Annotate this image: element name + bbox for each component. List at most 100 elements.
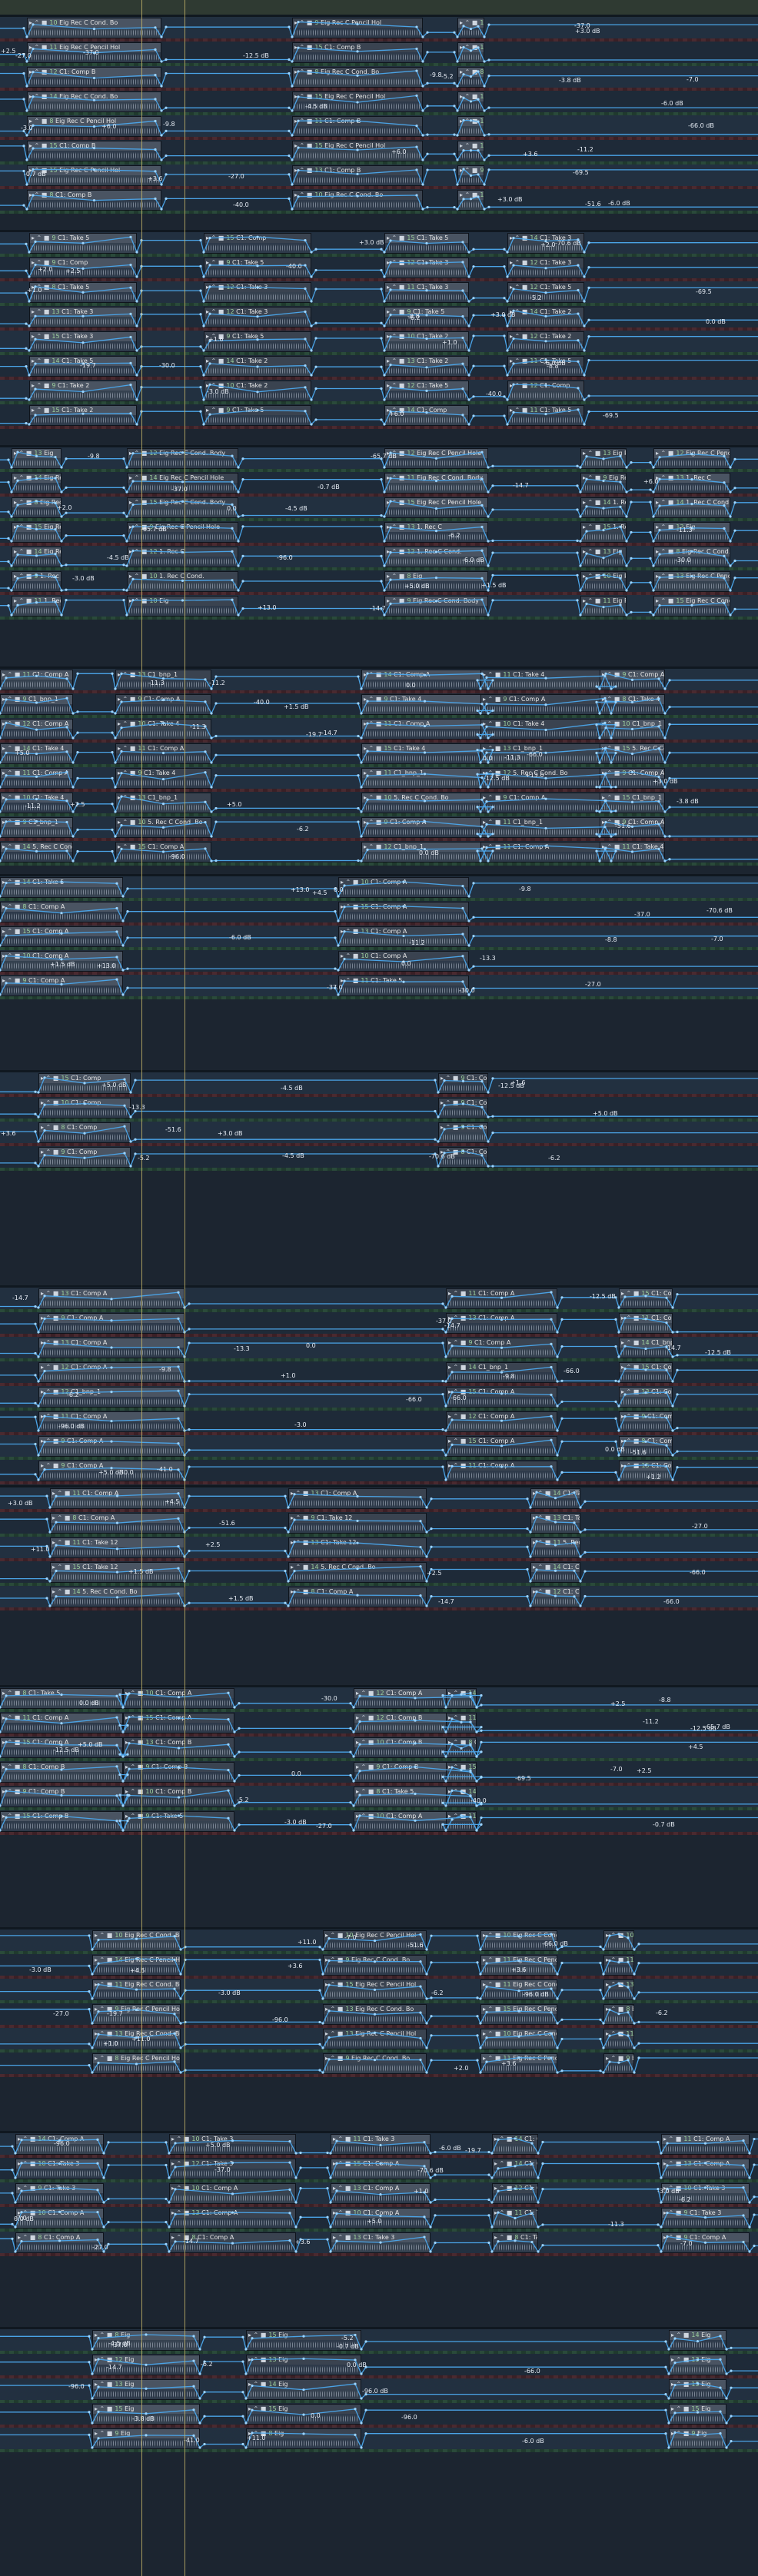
automation-node[interactable] <box>729 613 732 617</box>
automation-node[interactable] <box>118 1753 121 1756</box>
automation-node[interactable] <box>487 736 490 740</box>
automation-node[interactable] <box>188 1393 191 1396</box>
automation-node[interactable] <box>627 1986 630 1989</box>
automation-node[interactable] <box>34 263 37 267</box>
automation-node[interactable] <box>487 761 490 764</box>
automation-node[interactable] <box>541 2162 544 2166</box>
automation-node[interactable] <box>608 2008 611 2011</box>
automation-node[interactable] <box>658 603 661 607</box>
automation-node[interactable] <box>556 1404 559 1408</box>
automation-node[interactable] <box>748 2201 751 2204</box>
automation-node[interactable] <box>476 773 479 776</box>
automation-node[interactable] <box>389 364 392 367</box>
automation-node[interactable] <box>37 1404 40 1408</box>
automation-node[interactable] <box>667 2446 670 2449</box>
automation-curve[interactable] <box>0 145 758 161</box>
automation-node[interactable] <box>402 880 405 883</box>
automation-node[interactable] <box>550 2032 553 2035</box>
automation-node[interactable] <box>579 515 582 518</box>
automation-node[interactable] <box>434 1109 437 1113</box>
automation-node[interactable] <box>585 577 588 580</box>
automation-node[interactable] <box>610 736 613 740</box>
automation-node[interactable] <box>241 2391 244 2394</box>
automation-node[interactable] <box>487 835 490 838</box>
automation-node[interactable] <box>310 324 313 327</box>
automation-node[interactable] <box>115 906 118 910</box>
automation-node[interactable] <box>97 2410 100 2413</box>
automation-curve[interactable] <box>0 21 758 38</box>
automation-node[interactable] <box>177 1417 180 1420</box>
automation-node[interactable] <box>610 687 613 690</box>
automation-node[interactable] <box>256 315 259 318</box>
automation-node[interactable] <box>58 2210 62 2213</box>
automation-node[interactable] <box>619 454 622 457</box>
automation-node[interactable] <box>429 2250 432 2253</box>
automation-node[interactable] <box>198 2397 201 2400</box>
automation-node[interactable] <box>617 2032 620 2035</box>
automation-node[interactable] <box>123 1104 126 1107</box>
automation-node[interactable] <box>729 515 732 518</box>
automation-node[interactable] <box>373 1960 377 1963</box>
automation-node[interactable] <box>5 774 8 777</box>
automation-node[interactable] <box>623 1415 627 1418</box>
automation-node[interactable] <box>526 1595 529 1598</box>
automation-node[interactable] <box>514 2187 517 2190</box>
automation-node[interactable] <box>652 540 655 543</box>
automation-node[interactable] <box>126 1723 129 1727</box>
automation-node[interactable] <box>11 2145 14 2148</box>
automation-node[interactable] <box>356 101 359 104</box>
automation-node[interactable] <box>114 786 117 789</box>
automation-node[interactable] <box>188 1328 191 1331</box>
automation-node[interactable] <box>97 1938 100 1942</box>
automation-node[interactable] <box>251 2408 254 2411</box>
automation-node[interactable] <box>544 676 547 680</box>
automation-node[interactable] <box>450 1391 454 1394</box>
automation-node[interactable] <box>203 2442 206 2446</box>
automation-node[interactable] <box>173 1987 176 1990</box>
automation-node[interactable] <box>366 798 369 801</box>
automation-node[interactable] <box>37 1165 40 1168</box>
automation-node[interactable] <box>506 324 509 327</box>
automation-node[interactable] <box>415 124 418 128</box>
automation-node[interactable] <box>165 2163 168 2167</box>
automation-node[interactable] <box>583 275 586 278</box>
automation-node[interactable] <box>583 423 586 426</box>
automation-node[interactable] <box>614 809 617 813</box>
automation-node[interactable] <box>430 2034 433 2037</box>
automation-curve[interactable] <box>0 95 758 112</box>
automation-node[interactable] <box>434 2150 437 2154</box>
automation-node[interactable] <box>121 1780 125 1783</box>
automation-node[interactable] <box>168 2152 171 2155</box>
automation-node[interactable] <box>88 2384 91 2387</box>
automation-node[interactable] <box>227 1691 230 1694</box>
automation-node[interactable] <box>614 1417 617 1420</box>
automation-node[interactable] <box>188 1448 191 1451</box>
automation-node[interactable] <box>614 685 617 688</box>
automation-node[interactable] <box>753 2244 756 2248</box>
automation-node[interactable] <box>5 1717 8 1720</box>
automation-node[interactable] <box>10 490 13 494</box>
automation-node[interactable] <box>65 534 68 537</box>
automation-node[interactable] <box>614 751 617 755</box>
automation-node[interactable] <box>71 761 75 764</box>
automation-node[interactable] <box>537 2225 540 2229</box>
automation-node[interactable] <box>65 750 68 753</box>
automation-node[interactable] <box>321 2022 324 2025</box>
automation-node[interactable] <box>335 2162 338 2165</box>
automation-node[interactable] <box>625 589 628 592</box>
automation-node[interactable] <box>383 349 386 352</box>
automation-node[interactable] <box>483 85 486 88</box>
automation-node[interactable] <box>480 1816 483 1820</box>
automation-node[interactable] <box>114 810 117 813</box>
automation-node[interactable] <box>199 313 202 316</box>
automation-node[interactable] <box>88 1989 91 1993</box>
automation-node[interactable] <box>554 1497 557 1500</box>
automation-node[interactable] <box>444 1780 447 1783</box>
automation-node[interactable] <box>287 1531 290 1534</box>
automation-node[interactable] <box>76 731 79 734</box>
automation-node[interactable] <box>480 598 484 601</box>
automation-node[interactable] <box>595 700 598 703</box>
automation-node[interactable] <box>671 1404 674 1408</box>
automation-node[interactable] <box>35 701 38 704</box>
automation-node[interactable] <box>485 703 488 706</box>
